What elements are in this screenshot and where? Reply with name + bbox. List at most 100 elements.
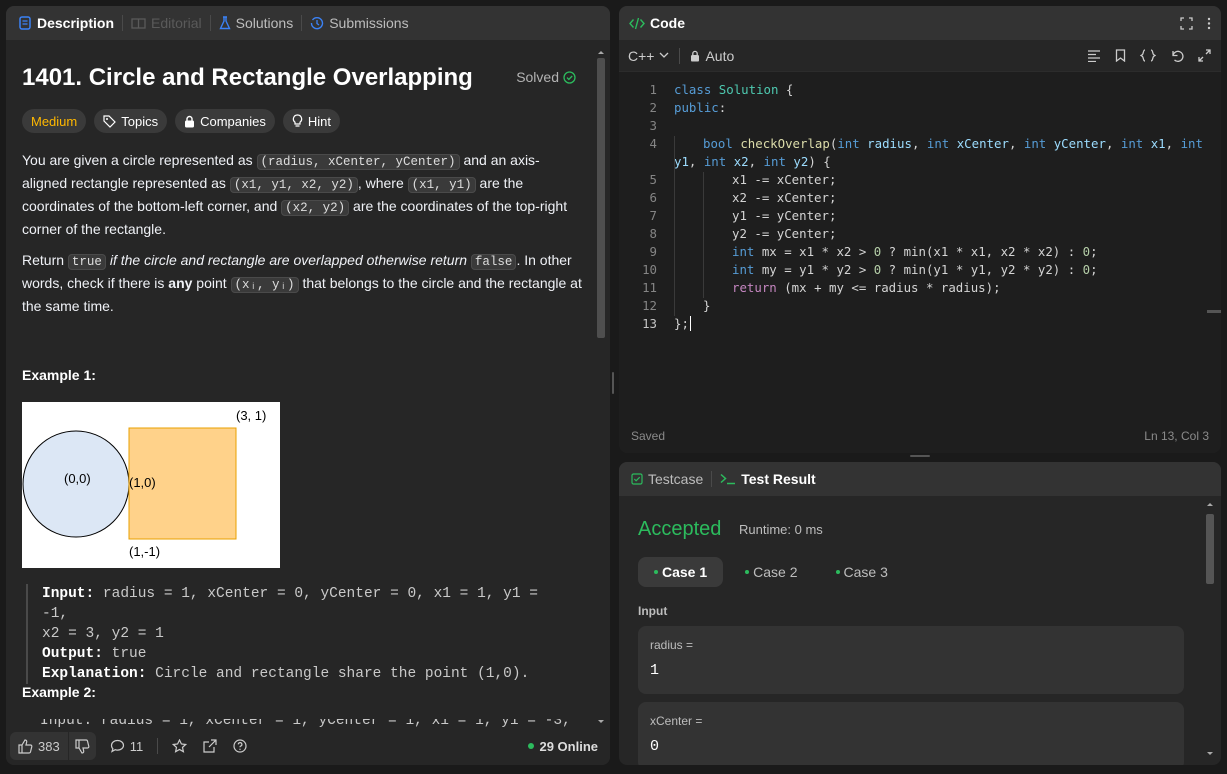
more-options-icon[interactable] xyxy=(1207,17,1211,30)
lock-icon xyxy=(690,50,700,62)
vertical-resize-handle[interactable] xyxy=(910,455,930,457)
line-number: 4 xyxy=(649,136,657,151)
hint-button[interactable]: Hint xyxy=(282,109,340,133)
language-label: C++ xyxy=(628,47,655,64)
runtime: Runtime: 0 ms xyxy=(739,522,823,537)
code-footer: Saved Ln 13, Col 3 xyxy=(619,419,1221,453)
case-label: Case 1 xyxy=(662,564,708,580)
braces-icon[interactable] xyxy=(1140,49,1156,62)
format-icon[interactable] xyxy=(1087,49,1101,62)
example-2-heading: Example 2: xyxy=(22,684,96,700)
tab-test-result[interactable]: Test Result xyxy=(714,462,821,496)
code-line: }; xyxy=(674,316,691,331)
pass-dot xyxy=(654,570,658,574)
bookmark-icon[interactable] xyxy=(1115,49,1126,62)
case-tab-3[interactable]: Case 3 xyxy=(820,557,904,587)
indent-guide xyxy=(703,172,704,298)
code-line: x1 -= xCenter; xyxy=(732,172,837,187)
description-scrollbar[interactable] xyxy=(594,46,608,728)
online-count: 29 Online xyxy=(539,738,598,754)
tab-code[interactable]: Code xyxy=(625,6,691,40)
companies-button[interactable]: Companies xyxy=(175,109,275,133)
problem-paragraph-1: You are given a circle represented as (r… xyxy=(22,150,584,240)
language-select[interactable]: C++ xyxy=(628,48,669,64)
terminal-icon xyxy=(720,473,736,485)
code-editor[interactable]: 1 class Solution { 2 public: 3 4 bool ch… xyxy=(619,80,1221,422)
help-button[interactable] xyxy=(225,732,255,760)
code-window-controls xyxy=(1180,16,1211,30)
tab-submissions-label: Submissions xyxy=(329,15,409,31)
text: any xyxy=(168,275,193,291)
code-tabbar: Code xyxy=(619,6,1221,40)
tab-divider xyxy=(209,15,211,31)
line-number: 3 xyxy=(649,118,657,133)
horizontal-resize-handle[interactable] xyxy=(612,372,614,394)
result-scrollbar[interactable] xyxy=(1205,498,1215,760)
check-circle-icon xyxy=(563,70,576,84)
topics-button[interactable]: Topics xyxy=(94,109,168,133)
chevron-down-icon xyxy=(659,52,669,59)
inline-code: (x2, y2) xyxy=(281,200,350,216)
bottom-bar: 383 11 29 Online xyxy=(6,727,610,765)
line-number: 6 xyxy=(649,190,657,205)
line-number: 7 xyxy=(649,208,657,223)
thumbs-down-icon xyxy=(75,738,90,754)
var-name: xCenter = xyxy=(650,714,703,728)
checkbox-icon xyxy=(631,473,643,485)
comment-count: 11 xyxy=(129,738,144,754)
input-label: Input: xyxy=(42,586,95,602)
example-1-block: Input: radius = 1, xCenter = 0, yCenter … xyxy=(26,584,566,684)
tab-divider xyxy=(122,15,124,31)
text: , where xyxy=(357,175,408,191)
var-name: radius = xyxy=(650,638,694,652)
tab-testcase-label: Testcase xyxy=(648,471,704,487)
input-radius-box: radius = 1 xyxy=(638,626,1184,694)
figure-label-touch: (1,0) xyxy=(129,475,156,490)
dislike-button[interactable] xyxy=(68,732,96,760)
tab-solutions[interactable]: Solutions xyxy=(213,6,300,40)
inline-code: false xyxy=(470,254,517,270)
tab-submissions[interactable]: Submissions xyxy=(304,6,414,40)
problem-title[interactable]: 1401. Circle and Rectangle Overlapping xyxy=(22,64,473,92)
like-button[interactable]: 383 xyxy=(10,732,68,760)
tab-editorial[interactable]: Editorial xyxy=(125,6,208,40)
tab-description[interactable]: Description xyxy=(12,6,120,40)
description-panel: Description Editorial Solutions Submissi… xyxy=(6,6,610,765)
line-number: 5 xyxy=(649,172,657,187)
scroll-up-icon xyxy=(598,51,604,54)
result-tabbar: Testcase Test Result xyxy=(619,462,1221,496)
fullscreen-icon[interactable] xyxy=(1198,49,1211,62)
reset-icon[interactable] xyxy=(1170,49,1184,63)
tab-test-result-label: Test Result xyxy=(741,471,816,487)
example-1-figure: (0,0) (1,0) (3, 1) (1,-1) xyxy=(22,402,280,568)
line-number: 10 xyxy=(642,262,657,277)
auto-mode-toggle[interactable]: Auto xyxy=(690,48,734,64)
case-tab-1[interactable]: Case 1 xyxy=(638,557,724,587)
figure-label-top-right: (3, 1) xyxy=(236,408,266,423)
share-icon xyxy=(203,739,217,753)
expand-icon[interactable] xyxy=(1180,16,1193,30)
line-number: 13 xyxy=(642,316,657,331)
code-line: int mx = x1 * x2 > 0 ? min(x1 * x1, x2 *… xyxy=(732,244,1098,259)
case-tabs: Case 1 Case 2 Case 3 xyxy=(638,557,904,587)
explanation-label: Explanation: xyxy=(42,666,147,682)
code-line: y2 -= yCenter; xyxy=(732,226,837,241)
editor-scroll-marker xyxy=(1207,310,1221,313)
code-toolbar: C++ Auto xyxy=(619,40,1221,72)
favorite-button[interactable] xyxy=(164,732,195,760)
tab-testcase[interactable]: Testcase xyxy=(625,462,709,496)
line-number: 2 xyxy=(649,100,657,115)
explanation-value: Circle and rectangle share the point (1,… xyxy=(146,666,530,682)
figure-label-bottom: (1,-1) xyxy=(129,544,160,559)
text: if the circle and rectangle are overlapp… xyxy=(105,252,471,268)
comments-button[interactable]: 11 xyxy=(102,732,152,760)
share-button[interactable] xyxy=(195,732,225,760)
example-explanation-line: Explanation: Circle and rectangle share … xyxy=(42,664,566,684)
code-icon xyxy=(629,17,645,30)
line-number: 11 xyxy=(642,280,657,295)
case-tab-2[interactable]: Case 2 xyxy=(729,557,813,587)
cursor-position: Ln 13, Col 3 xyxy=(1144,429,1209,443)
like-count: 383 xyxy=(38,738,60,754)
code-line: x2 -= xCenter; xyxy=(732,190,837,205)
code-line: y1 -= yCenter; xyxy=(732,208,837,223)
